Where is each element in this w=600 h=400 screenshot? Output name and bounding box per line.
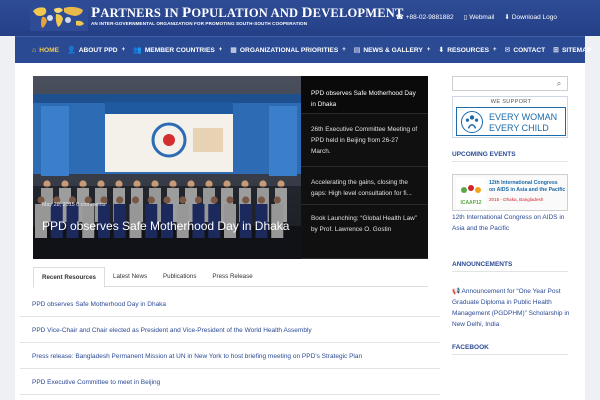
plus-icon: + xyxy=(426,47,431,53)
group-icon: 👥 xyxy=(133,47,142,54)
nav-item-contact[interactable]: ✉ Contact xyxy=(504,46,546,55)
announcement-link[interactable]: 📢 Announcement for “One Year Post Gradua… xyxy=(452,286,572,330)
world-map-logo-icon[interactable] xyxy=(30,3,88,31)
site-header: PARTNERS IN POPULATION AND DEVELOPMENT A… xyxy=(0,0,600,36)
site-subtitle: AN INTER-GOVERNMENTAL ORGANIZATION FOR P… xyxy=(91,21,308,26)
nav-item-about-ppd[interactable]: 👤 About PPD + xyxy=(67,46,126,55)
slide-image[interactable]: May 28, 2015 0 comments PPD observes Saf… xyxy=(33,76,301,259)
plus-icon: + xyxy=(342,47,346,53)
nav-item-label: Sitemap xyxy=(562,46,592,54)
phone-link[interactable]: ☎ +88-02-9881882 xyxy=(395,13,454,22)
nav-item-label: Home xyxy=(39,46,60,54)
icaap-event-banner[interactable]: ICAAP12 12th International Congress on A… xyxy=(452,174,568,211)
nav-item-label: Contact xyxy=(513,46,546,54)
site-title-part: OPULATION AND xyxy=(191,6,302,20)
family-logo-icon xyxy=(461,111,483,133)
person-icon: 👤 xyxy=(67,47,76,54)
main-nav: ⌂ Home 👤 About PPD + 👥 Member Countries + ▦ Organ… xyxy=(15,36,591,63)
event-banner-line1: 12th International Congress xyxy=(489,180,558,186)
grid-icon: ▦ xyxy=(230,47,237,54)
tab-press-release[interactable]: Press Release xyxy=(204,267,260,286)
event-banner-line2: on AIDS in Asia and the Pacific xyxy=(489,187,566,193)
megaphone-icon: 📢 xyxy=(452,288,461,295)
icaap-logo-text: ICAAP12 xyxy=(460,200,481,206)
every-woman-every-child-banner[interactable]: WE SUPPORT EVERY WOMAN EVERY CHILD xyxy=(452,96,568,138)
search-input[interactable]: ⌕ xyxy=(452,76,568,91)
nav-item-resources[interactable]: ⬇ Resources + xyxy=(438,46,497,55)
page: PARTNERS IN POPULATION AND DEVELOPMENT A… xyxy=(0,0,600,400)
plus-icon: + xyxy=(218,47,223,53)
webmail-link[interactable]: ▯ Webmail xyxy=(463,13,495,22)
slide-title[interactable]: PPD observes Safe Motherhood Day in Dhak… xyxy=(42,219,292,234)
download-logo-link[interactable]: ⬇ Download Logo xyxy=(504,13,557,22)
site-title-part: P xyxy=(91,5,101,21)
support-line1: EVERY WOMAN xyxy=(489,112,558,122)
site-title-part: EVELOPMENT xyxy=(312,6,404,20)
tab-recent-resources[interactable]: Recent Resources xyxy=(33,267,105,288)
nav-item-news-gallery[interactable]: ▤ News & Gallery + xyxy=(353,46,431,55)
header-links: ☎ +88-02-9881882 ▯ Webmail ⬇ Download Logo xyxy=(395,13,557,22)
tab-publications[interactable]: Publications xyxy=(155,267,204,286)
site-title[interactable]: PARTNERS IN POPULATION AND DEVELOPMENT xyxy=(91,5,404,22)
resource-link[interactable]: PPD Vice-Chair and Chair elected as Pres… xyxy=(20,318,440,343)
nav-item-label: Resources xyxy=(447,46,490,54)
news-slider: May 28, 2015 0 comments PPD observes Saf… xyxy=(33,76,428,259)
nav-item-label: About PPD xyxy=(78,46,118,54)
download-icon: ⬇ xyxy=(504,14,510,21)
envelope-icon: ✉ xyxy=(504,47,511,54)
nav-item-label: Member Countries xyxy=(144,46,215,54)
resource-link[interactable]: PPD observes Safe Motherhood Day in Dhak… xyxy=(20,292,440,317)
slide-headlines: PPD observes Safe Motherhood Day in Dhak… xyxy=(301,76,428,259)
event-banner-line3: 2015 - Dhaka, Bangladesh xyxy=(489,197,544,202)
resource-link[interactable]: Press release: Bangladesh Permanent Miss… xyxy=(20,344,440,369)
facebook-heading: Facebook xyxy=(452,344,568,355)
nav-item-home[interactable]: ⌂ Home xyxy=(32,47,59,54)
nav-item-label: News & Gallery xyxy=(363,46,423,54)
download-icon: ⬇ xyxy=(438,47,445,54)
resource-tabs: Recent Resources Latest News Publications P… xyxy=(33,267,428,288)
support-label: WE SUPPORT xyxy=(490,99,532,105)
slide-headline[interactable]: 26th Executive Committee Meeting of PPD … xyxy=(301,114,428,167)
resource-link[interactable]: PPD Executive Committee to meet in Beiji… xyxy=(20,370,440,395)
site-title-part: P xyxy=(182,5,192,21)
home-icon: ⌂ xyxy=(32,46,37,54)
search-icon[interactable]: ⌕ xyxy=(554,79,564,89)
plus-icon: + xyxy=(121,47,126,53)
support-line2: EVERY CHILD xyxy=(489,123,549,133)
nav-item-label: Organizational Priorities xyxy=(239,46,339,54)
slide-headline[interactable]: PPD observes Safe Motherhood Day in Dhak… xyxy=(301,76,428,114)
slide-headline[interactable]: Accelerating the gains, closing the gaps… xyxy=(301,167,428,205)
tab-latest-news[interactable]: Latest News xyxy=(105,267,155,286)
newspaper-icon: ▤ xyxy=(353,47,361,54)
nav-item-sitemap[interactable]: ⊞ Sitemap xyxy=(553,46,592,55)
support-badge: EVERY WOMAN EVERY CHILD xyxy=(456,107,566,136)
nav-item-member-countries[interactable]: 👥 Member Countries + xyxy=(133,46,223,55)
icaap-logo-icon: ICAAP12 xyxy=(456,178,486,208)
slide-date: May 28, 2015 0 comments xyxy=(42,202,106,208)
sitemap-icon: ⊞ xyxy=(553,47,560,54)
site-title-part: D xyxy=(301,5,313,21)
site-title-part: ARTNERS IN xyxy=(100,6,183,20)
plus-icon: + xyxy=(493,47,497,53)
slide-headline[interactable]: Book Launching: “Global Health Law” by P… xyxy=(301,205,428,259)
envelope-icon: ▯ xyxy=(463,14,468,21)
upcoming-events-heading: Upcoming Events xyxy=(452,151,568,162)
nav-item-organizational-priorities[interactable]: ▦ Organizational Priorities + xyxy=(230,46,346,55)
event-link[interactable]: 12th International Congress on AIDS in A… xyxy=(452,212,572,234)
announcements-heading: Announcements xyxy=(452,261,568,272)
phone-icon: ☎ xyxy=(395,14,404,21)
